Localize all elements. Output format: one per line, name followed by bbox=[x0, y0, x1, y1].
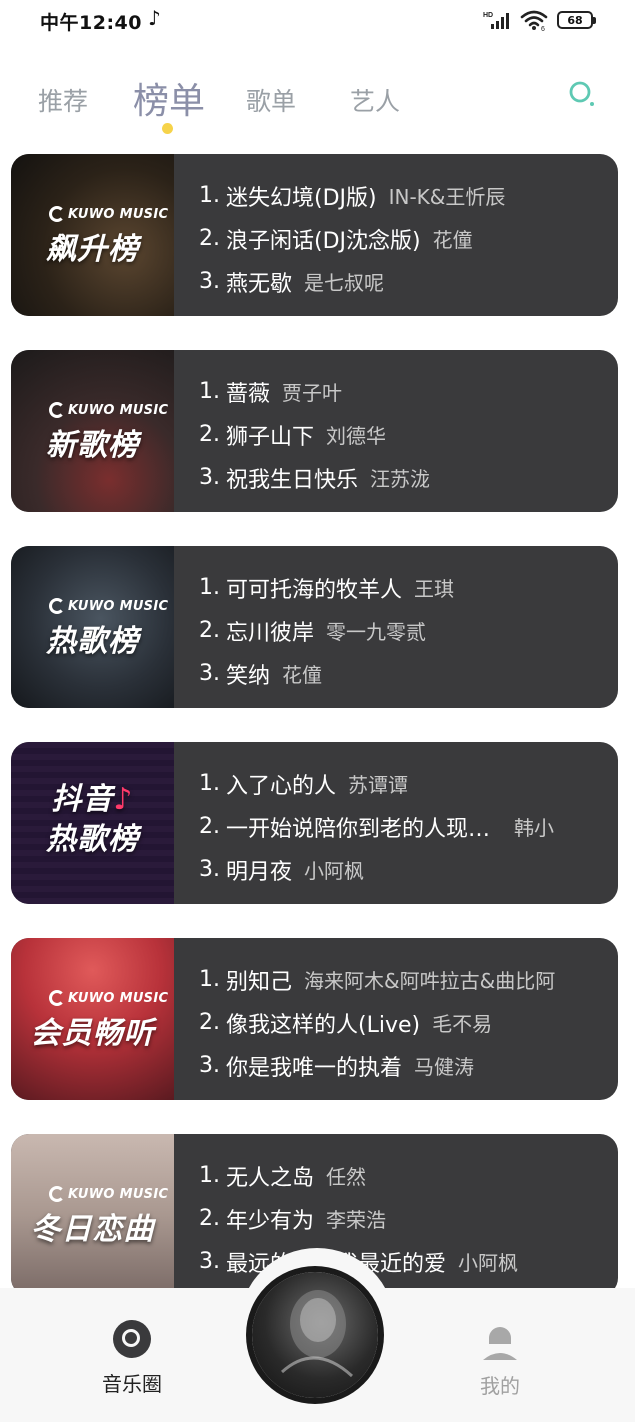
chart-card-hot[interactable]: KUWO MUSIC 热歌榜 1. 可可托海的牧羊人 王琪 2. 忘川彼岸 零一… bbox=[11, 546, 618, 708]
svg-text:6: 6 bbox=[541, 26, 545, 31]
kuwo-logo: KUWO MUSIC bbox=[49, 598, 168, 614]
kuwo-logo: KUWO MUSIC bbox=[49, 1186, 168, 1202]
now-playing-disc[interactable] bbox=[252, 1272, 378, 1398]
status-bar: 中午12:40 ♪ HD 6 68 bbox=[0, 0, 635, 40]
wifi-icon: 6 bbox=[520, 10, 548, 31]
track-row[interactable]: 2. 浪子闲话(DJ沈念版) 花僮 bbox=[199, 217, 618, 260]
chart-card-vip[interactable]: KUWO MUSIC 会员畅听 1. 别知己 海来阿木&阿吽拉古&曲比阿 2. … bbox=[11, 938, 618, 1100]
status-time: 中午12:40 bbox=[40, 12, 142, 34]
top-tabs: 推荐 榜单 歌单 艺人 bbox=[0, 70, 635, 136]
tab-recommend[interactable]: 推荐 bbox=[38, 82, 88, 118]
kuwo-logo: KUWO MUSIC bbox=[49, 990, 168, 1006]
track-row[interactable]: 2. 忘川彼岸 零一九零贰 bbox=[199, 609, 618, 652]
track-row[interactable]: 2. 年少有为 李荣浩 bbox=[199, 1197, 618, 1240]
tab-playlists[interactable]: 歌单 bbox=[246, 82, 296, 118]
chart-cover: 抖音♪ 热歌榜 bbox=[11, 742, 174, 904]
chart-cover-title: 会员畅听 bbox=[30, 1016, 155, 1051]
track-row[interactable]: 3. 明月夜 小阿枫 bbox=[199, 848, 618, 891]
signal-icon: HD bbox=[483, 12, 509, 29]
track-list: 1. 别知己 海来阿木&阿吽拉古&曲比阿 2. 像我这样的人(Live) 毛不易… bbox=[199, 958, 618, 1087]
nav-mine-label: 我的 bbox=[480, 1374, 520, 1398]
chart-cover-title: 抖音♪ 热歌榜 bbox=[46, 782, 139, 857]
chart-cover: KUWO MUSIC 飙升榜 bbox=[11, 154, 174, 316]
chart-cover: KUWO MUSIC 热歌榜 bbox=[11, 546, 174, 708]
tab-charts[interactable]: 榜单 bbox=[133, 72, 205, 124]
chart-cover-title: 冬日恋曲 bbox=[30, 1212, 155, 1247]
chart-cover: KUWO MUSIC 会员畅听 bbox=[11, 938, 174, 1100]
nav-music-circle[interactable]: 音乐圈 bbox=[92, 1320, 172, 1397]
track-list: 1. 无人之岛 任然 2. 年少有为 李荣浩 3. 最远的你是我最近的爱 小阿枫 bbox=[199, 1154, 618, 1283]
track-list: 1. 可可托海的牧羊人 王琪 2. 忘川彼岸 零一九零贰 3. 笑纳 花僮 bbox=[199, 566, 618, 695]
chart-cover-title: 热歌榜 bbox=[46, 624, 139, 659]
person-icon bbox=[483, 1327, 517, 1360]
track-row[interactable]: 2. 一开始说陪你到老的人现… 韩小 bbox=[199, 805, 618, 848]
nav-mine[interactable]: 我的 bbox=[460, 1322, 540, 1399]
track-row[interactable]: 1. 无人之岛 任然 bbox=[199, 1154, 618, 1197]
track-row[interactable]: 1. 迷失幻境(DJ版) IN-K&王忻辰 bbox=[199, 174, 618, 217]
status-icons: HD 6 68 bbox=[483, 9, 596, 31]
track-row[interactable]: 1. 入了心的人 苏谭谭 bbox=[199, 762, 618, 805]
kuwo-logo: KUWO MUSIC bbox=[49, 206, 168, 222]
track-row[interactable]: 2. 狮子山下 刘德华 bbox=[199, 413, 618, 456]
chart-card-new[interactable]: KUWO MUSIC 新歌榜 1. 蔷薇 贾子叶 2. 狮子山下 刘德华 3. … bbox=[11, 350, 618, 512]
search-icon[interactable] bbox=[566, 78, 598, 110]
track-row[interactable]: 1. 蔷薇 贾子叶 bbox=[199, 370, 618, 413]
chart-cover-title: 飙升榜 bbox=[46, 232, 139, 267]
track-row[interactable]: 2. 像我这样的人(Live) 毛不易 bbox=[199, 1001, 618, 1044]
track-row[interactable]: 3. 祝我生日快乐 汪苏泷 bbox=[199, 456, 618, 499]
battery-icon: 68 bbox=[557, 11, 596, 29]
svg-text:HD: HD bbox=[483, 12, 493, 19]
chart-cover: KUWO MUSIC 新歌榜 bbox=[11, 350, 174, 512]
kuwo-logo: KUWO MUSIC bbox=[49, 402, 168, 418]
nav-music-circle-label: 音乐圈 bbox=[102, 1372, 162, 1396]
track-list: 1. 蔷薇 贾子叶 2. 狮子山下 刘德华 3. 祝我生日快乐 汪苏泷 bbox=[199, 370, 618, 499]
chart-cover-title: 新歌榜 bbox=[46, 428, 139, 463]
chart-card-douyin[interactable]: 抖音♪ 热歌榜 1. 入了心的人 苏谭谭 2. 一开始说陪你到老的人现… 韩小 … bbox=[11, 742, 618, 904]
track-row[interactable]: 3. 你是我唯一的执着 马健涛 bbox=[199, 1044, 618, 1087]
track-list: 1. 入了心的人 苏谭谭 2. 一开始说陪你到老的人现… 韩小 3. 明月夜 小… bbox=[199, 762, 618, 891]
disc-icon bbox=[113, 1320, 151, 1358]
active-tab-indicator bbox=[162, 123, 173, 134]
track-list: 1. 迷失幻境(DJ版) IN-K&王忻辰 2. 浪子闲话(DJ沈念版) 花僮 … bbox=[199, 174, 618, 303]
tab-artists[interactable]: 艺人 bbox=[350, 82, 400, 118]
track-row[interactable]: 1. 别知己 海来阿木&阿吽拉古&曲比阿 bbox=[199, 958, 618, 1001]
track-row[interactable]: 1. 可可托海的牧羊人 王琪 bbox=[199, 566, 618, 609]
track-row[interactable]: 3. 燕无歇 是七叔呢 bbox=[199, 260, 618, 303]
now-playing-cover-art bbox=[280, 1290, 354, 1378]
tiktok-icon: ♪ bbox=[148, 6, 161, 30]
track-row[interactable]: 3. 笑纳 花僮 bbox=[199, 652, 618, 695]
battery-level: 68 bbox=[567, 13, 583, 27]
chart-card-rising[interactable]: KUWO MUSIC 飙升榜 1. 迷失幻境(DJ版) IN-K&王忻辰 2. … bbox=[11, 154, 618, 316]
chart-cover: KUWO MUSIC 冬日恋曲 bbox=[11, 1134, 174, 1296]
